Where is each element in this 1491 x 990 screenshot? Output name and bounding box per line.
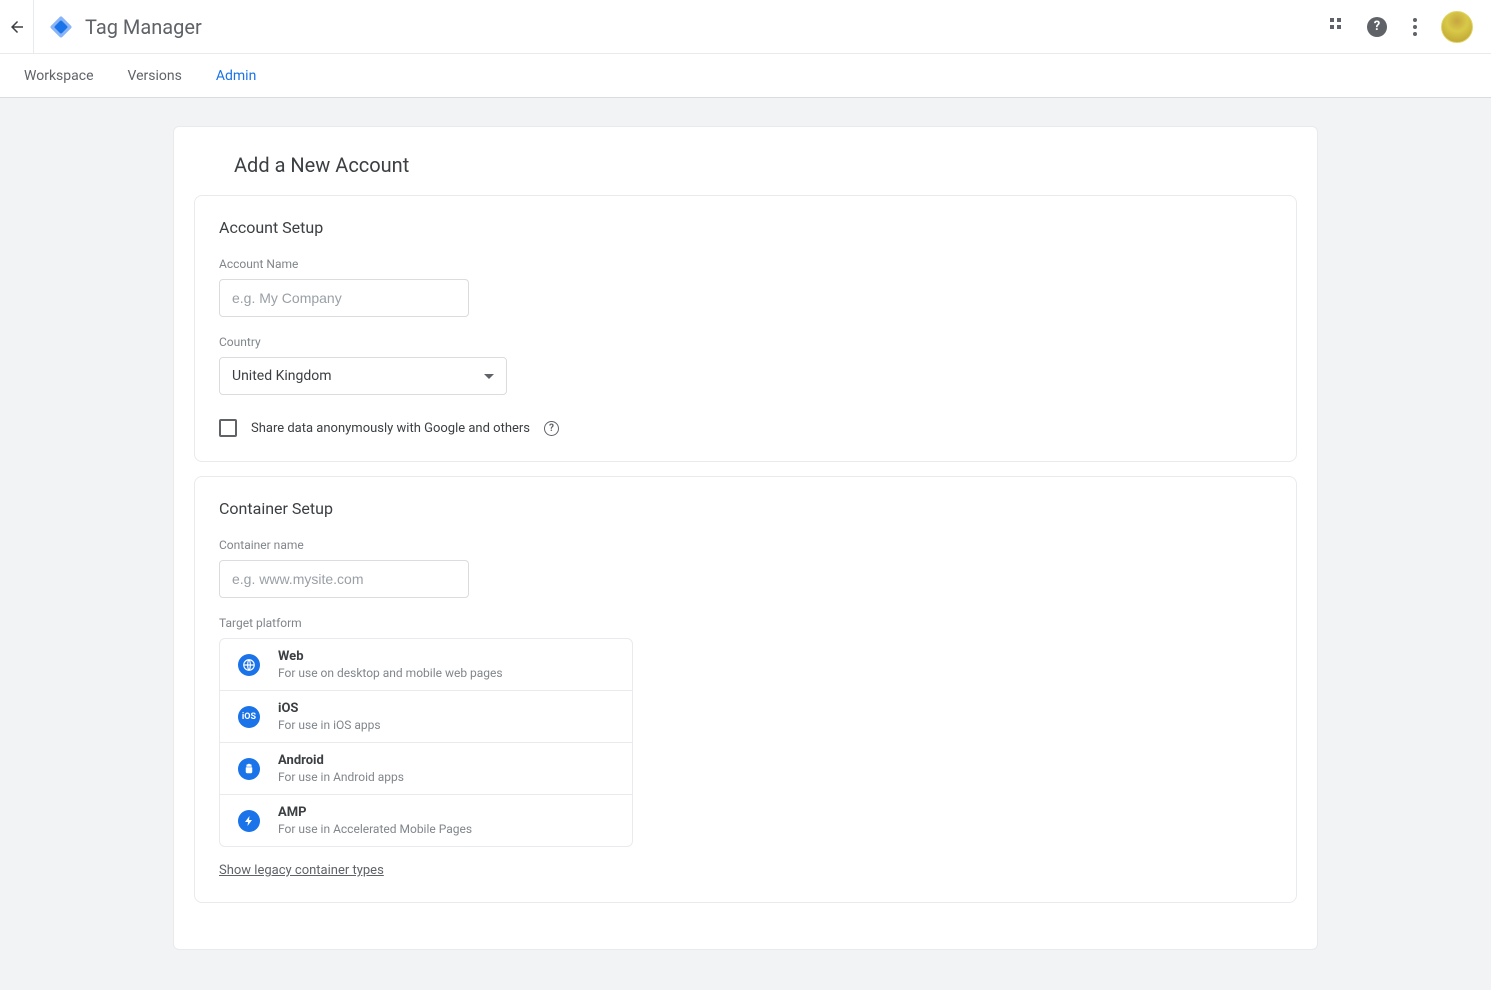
back-button[interactable]	[0, 0, 34, 54]
country-value: United Kingdom	[232, 368, 332, 384]
platform-android-title: Android	[278, 753, 404, 768]
share-data-checkbox[interactable]	[219, 419, 237, 437]
account-name-input[interactable]	[219, 279, 469, 317]
country-field: Country United Kingdom	[219, 335, 1272, 395]
platform-list: Web For use on desktop and mobile web pa…	[219, 638, 633, 847]
platform-android-desc: For use in Android apps	[278, 770, 404, 784]
topbar-actions: ?	[1327, 11, 1479, 43]
kebab-icon	[1413, 18, 1417, 36]
account-setup-card: Account Setup Account Name Country Unite…	[194, 195, 1297, 462]
tab-workspace[interactable]: Workspace	[22, 68, 96, 84]
info-icon[interactable]: ?	[544, 421, 559, 436]
account-setup-heading: Account Setup	[219, 218, 1272, 237]
legacy-types-link[interactable]: Show legacy container types	[219, 863, 384, 878]
platform-amp-title: AMP	[278, 805, 472, 820]
user-avatar[interactable]	[1441, 11, 1473, 43]
platform-ios-title: iOS	[278, 701, 381, 716]
country-select[interactable]: United Kingdom	[219, 357, 507, 395]
tag-manager-logo-icon	[49, 15, 73, 39]
apps-grid-icon	[1330, 18, 1348, 36]
container-setup-heading: Container Setup	[219, 499, 1272, 518]
chevron-down-icon	[484, 374, 494, 379]
tab-admin[interactable]: Admin	[214, 68, 258, 84]
platform-android[interactable]: Android For use in Android apps	[220, 743, 632, 795]
top-bar: Tag Manager ?	[0, 0, 1491, 54]
nav-tabs: Workspace Versions Admin	[0, 54, 1491, 98]
container-setup-card: Container Setup Container name Target pl…	[194, 476, 1297, 903]
more-button[interactable]	[1403, 15, 1427, 39]
platform-ios[interactable]: iOS iOS For use in iOS apps	[220, 691, 632, 743]
country-label: Country	[219, 335, 1272, 349]
apps-button[interactable]	[1327, 15, 1351, 39]
container-name-input[interactable]	[219, 560, 469, 598]
platform-web[interactable]: Web For use on desktop and mobile web pa…	[220, 639, 632, 691]
arrow-left-icon	[8, 18, 26, 36]
logo-area: Tag Manager	[34, 15, 202, 39]
tab-versions[interactable]: Versions	[126, 68, 184, 84]
container-name-label: Container name	[219, 538, 1272, 552]
platform-amp-desc: For use in Accelerated Mobile Pages	[278, 822, 472, 836]
target-platform-label: Target platform	[219, 616, 1272, 630]
globe-icon	[238, 654, 260, 676]
help-button[interactable]: ?	[1365, 15, 1389, 39]
help-icon: ?	[1367, 17, 1387, 37]
container-name-field: Container name	[219, 538, 1272, 598]
app-title: Tag Manager	[85, 15, 202, 39]
platform-web-desc: For use on desktop and mobile web pages	[278, 666, 503, 680]
ios-icon: iOS	[238, 706, 260, 728]
account-name-field: Account Name	[219, 257, 1272, 317]
platform-ios-desc: For use in iOS apps	[278, 718, 381, 732]
bolt-icon	[238, 810, 260, 832]
account-name-label: Account Name	[219, 257, 1272, 271]
platform-amp[interactable]: AMP For use in Accelerated Mobile Pages	[220, 795, 632, 846]
page-body: Add a New Account Account Setup Account …	[0, 98, 1491, 990]
share-data-label: Share data anonymously with Google and o…	[251, 421, 530, 436]
android-icon	[238, 758, 260, 780]
page-title: Add a New Account	[174, 153, 1317, 195]
page-card: Add a New Account Account Setup Account …	[173, 126, 1318, 950]
share-data-row: Share data anonymously with Google and o…	[219, 413, 1272, 437]
platform-web-title: Web	[278, 649, 503, 664]
